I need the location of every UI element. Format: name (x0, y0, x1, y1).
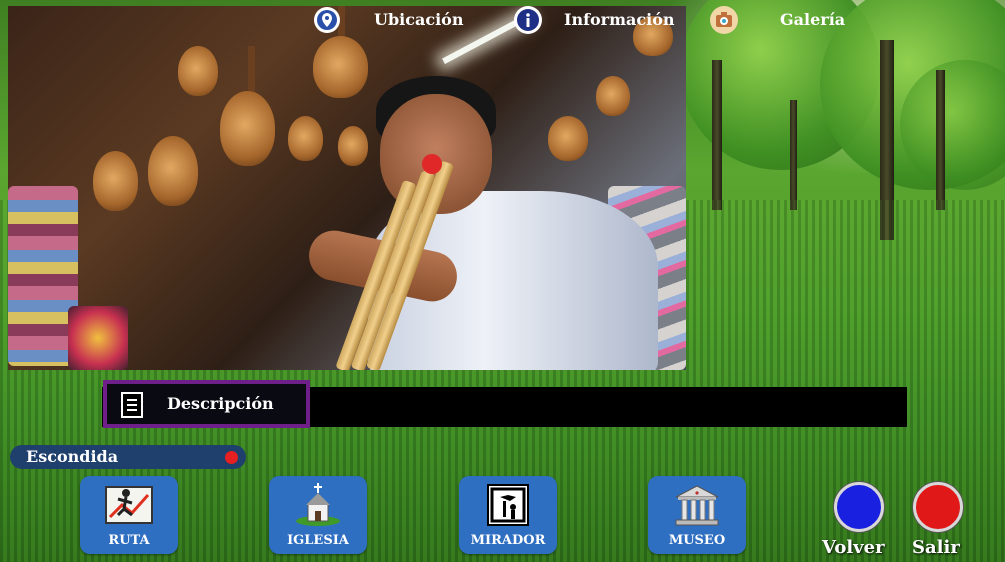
church-icon (293, 483, 343, 527)
guitar (220, 91, 275, 166)
tab-label: Ubicación (374, 10, 464, 29)
video-frame[interactable] (8, 6, 686, 370)
tree-trunk (790, 100, 797, 210)
viewpoint-icon (483, 483, 533, 527)
nav-label: RUTA (108, 533, 150, 548)
tab-ubicacion[interactable]: Ubicación (312, 0, 507, 40)
back-button[interactable] (834, 482, 884, 532)
guitar (178, 46, 218, 96)
tab-informacion[interactable]: Información (512, 0, 707, 40)
tree-trunk (936, 70, 945, 210)
textile-stack (68, 306, 128, 370)
location-pin-icon (314, 7, 340, 33)
place-name: Escondida (26, 447, 119, 466)
panpipe-tassel (422, 154, 442, 174)
guitar (93, 151, 138, 211)
guitar (338, 126, 368, 166)
tab-label: Galería (780, 10, 846, 29)
exit-label: Salir (912, 537, 960, 558)
guitar (148, 136, 198, 206)
tab-descripcion[interactable]: Descripción (103, 380, 310, 428)
nav-label: MIRADOR (470, 533, 546, 548)
back-label: Volver (822, 537, 885, 558)
exit-button[interactable] (913, 482, 963, 532)
nav-label: IGLESIA (287, 533, 349, 548)
info-icon (514, 6, 542, 34)
museum-icon (672, 483, 722, 527)
tab-label: Información (564, 10, 675, 29)
iglesia-button[interactable]: IGLESIA (269, 476, 367, 554)
nav-label: MUSEO (668, 533, 726, 548)
ruta-button[interactable]: RUTA (80, 476, 178, 554)
museo-button[interactable]: MUSEO (648, 476, 746, 554)
guitar (548, 116, 588, 161)
camera-icon (710, 6, 738, 34)
route-map-icon (104, 483, 154, 527)
mirador-button[interactable]: MIRADOR (459, 476, 557, 554)
tab-galeria[interactable]: Galería (708, 0, 907, 40)
tab-label: Descripción (167, 394, 274, 413)
guitar (596, 76, 630, 116)
status-dot-icon (225, 451, 238, 464)
place-name-badge: Escondida (10, 445, 246, 469)
document-icon (121, 392, 143, 418)
guitar (313, 36, 368, 98)
tree-trunk (712, 60, 722, 210)
guitar (288, 116, 323, 161)
